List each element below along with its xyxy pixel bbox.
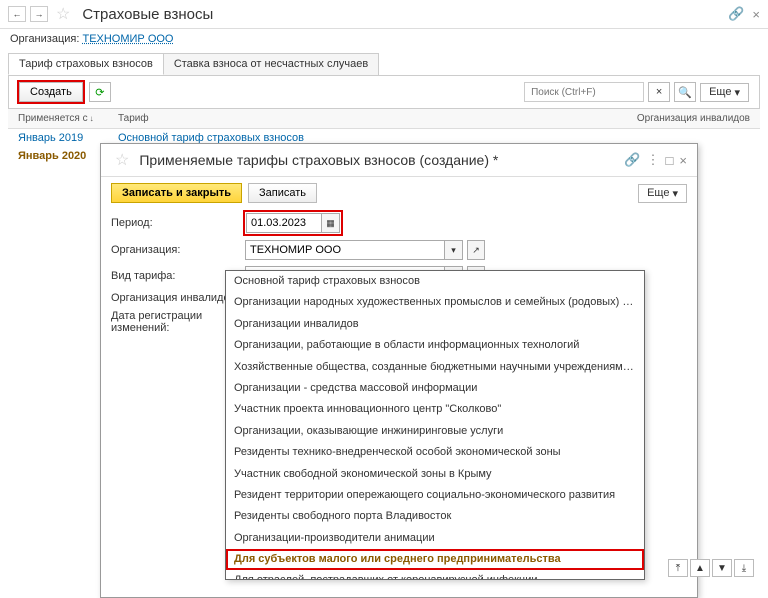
modal-more-icon[interactable]: ⋮ [647,152,660,168]
search-input[interactable] [524,82,644,102]
scroll-up-icon[interactable]: ▲ [690,559,710,577]
chevron-down-icon: ▾ [734,86,740,99]
close-icon[interactable]: × [679,153,687,168]
search-icon[interactable]: 🔍 [674,82,696,102]
dropdown-item[interactable]: Резидент территории опережающего социаль… [226,485,644,506]
open-icon[interactable]: ↗ [467,240,485,260]
col-tarif[interactable]: Тариф [118,113,590,124]
period-input[interactable] [246,213,322,233]
dropdown-item[interactable]: Организации народных художественных пром… [226,292,644,313]
sort-asc-icon: ↓ [90,114,94,123]
tabs: Тариф страховых взносов Ставка взноса от… [8,53,760,76]
dropdown-item[interactable]: Хозяйственные общества, созданные бюджет… [226,357,644,378]
tarif-dropdown[interactable]: Основной тариф страховых взносовОрганиза… [225,270,645,580]
dropdown-item[interactable]: Организации, работающие в области информ… [226,335,644,356]
page-title: Страховые взносы [82,6,213,23]
dropdown-item[interactable]: Организации, оказывающие инжиниринговые … [226,421,644,442]
period-input-wrap: ▦ [245,212,341,234]
dropdown-item[interactable]: Резиденты технико-внедренческой особой э… [226,442,644,463]
tab-tarif[interactable]: Тариф страховых взносов [8,53,164,75]
col-org[interactable]: Организация инвалидов [590,113,750,124]
inv-field-label: Организация инвалидов: [111,292,241,304]
dropdown-item[interactable]: Организации инвалидов [226,314,644,335]
modal-more-button[interactable]: Еще ▾ [638,184,687,203]
nav-back[interactable]: ← [8,6,26,22]
calendar-icon[interactable]: ▦ [322,213,340,233]
col-date[interactable]: Применяется с↓ [18,113,118,124]
dropdown-item[interactable]: Для отраслей, пострадавших от коронавиру… [226,570,644,580]
dropdown-item[interactable]: Участник проекта инновационного центр "С… [226,399,644,420]
scroll-down-icon[interactable]: ▼ [712,559,732,577]
org-label: Организация: [10,33,79,45]
dropdown-item[interactable]: Резиденты свободного порта Владивосток [226,506,644,527]
clear-search-icon[interactable]: × [648,82,670,102]
chevron-down-icon: ▾ [672,187,678,200]
refresh-icon[interactable]: ⟳ [89,82,111,102]
dropdown-item[interactable]: Организации-производители анимации [226,528,644,549]
modal-title: Применяемые тарифы страховых взносов (со… [139,152,618,168]
save-close-button[interactable]: Записать и закрыть [111,183,242,203]
org-input[interactable] [245,240,445,260]
period-label: Период: [111,217,241,229]
dropdown-item[interactable]: Для субъектов малого или среднего предпр… [226,549,644,570]
scroll-top-icon[interactable]: ⤒ [668,559,688,577]
tarif-field-label: Вид тарифа: [111,270,241,282]
create-button[interactable]: Создать [19,82,83,102]
link-icon[interactable]: 🔗 [728,6,744,22]
chevron-down-icon[interactable]: ▾ [445,240,463,260]
modal-star-icon[interactable]: ☆ [115,150,129,170]
org-link[interactable]: ТЕХНОМИР ООО [82,33,173,45]
dropdown-item[interactable]: Основной тариф страховых взносов [226,271,644,292]
dropdown-item[interactable]: Участник свободной экономической зоны в … [226,464,644,485]
star-icon[interactable]: ☆ [56,4,70,24]
org-field-label: Организация: [111,244,241,256]
dropdown-item[interactable]: Организации - средства массовой информац… [226,378,644,399]
modal-window-icon[interactable]: □ [666,153,674,168]
scroll-bottom-icon[interactable]: ⤓ [734,559,754,577]
nav-fwd[interactable]: → [30,6,48,22]
more-button[interactable]: Еще ▾ [700,83,749,102]
reg-field-label: Дата регистрации изменений: [111,310,241,334]
tab-accident[interactable]: Ставка взноса от несчастных случаев [163,53,379,75]
modal-link-icon[interactable]: 🔗 [624,152,640,168]
save-button[interactable]: Записать [248,183,317,203]
help-icon[interactable]: × [752,7,760,22]
